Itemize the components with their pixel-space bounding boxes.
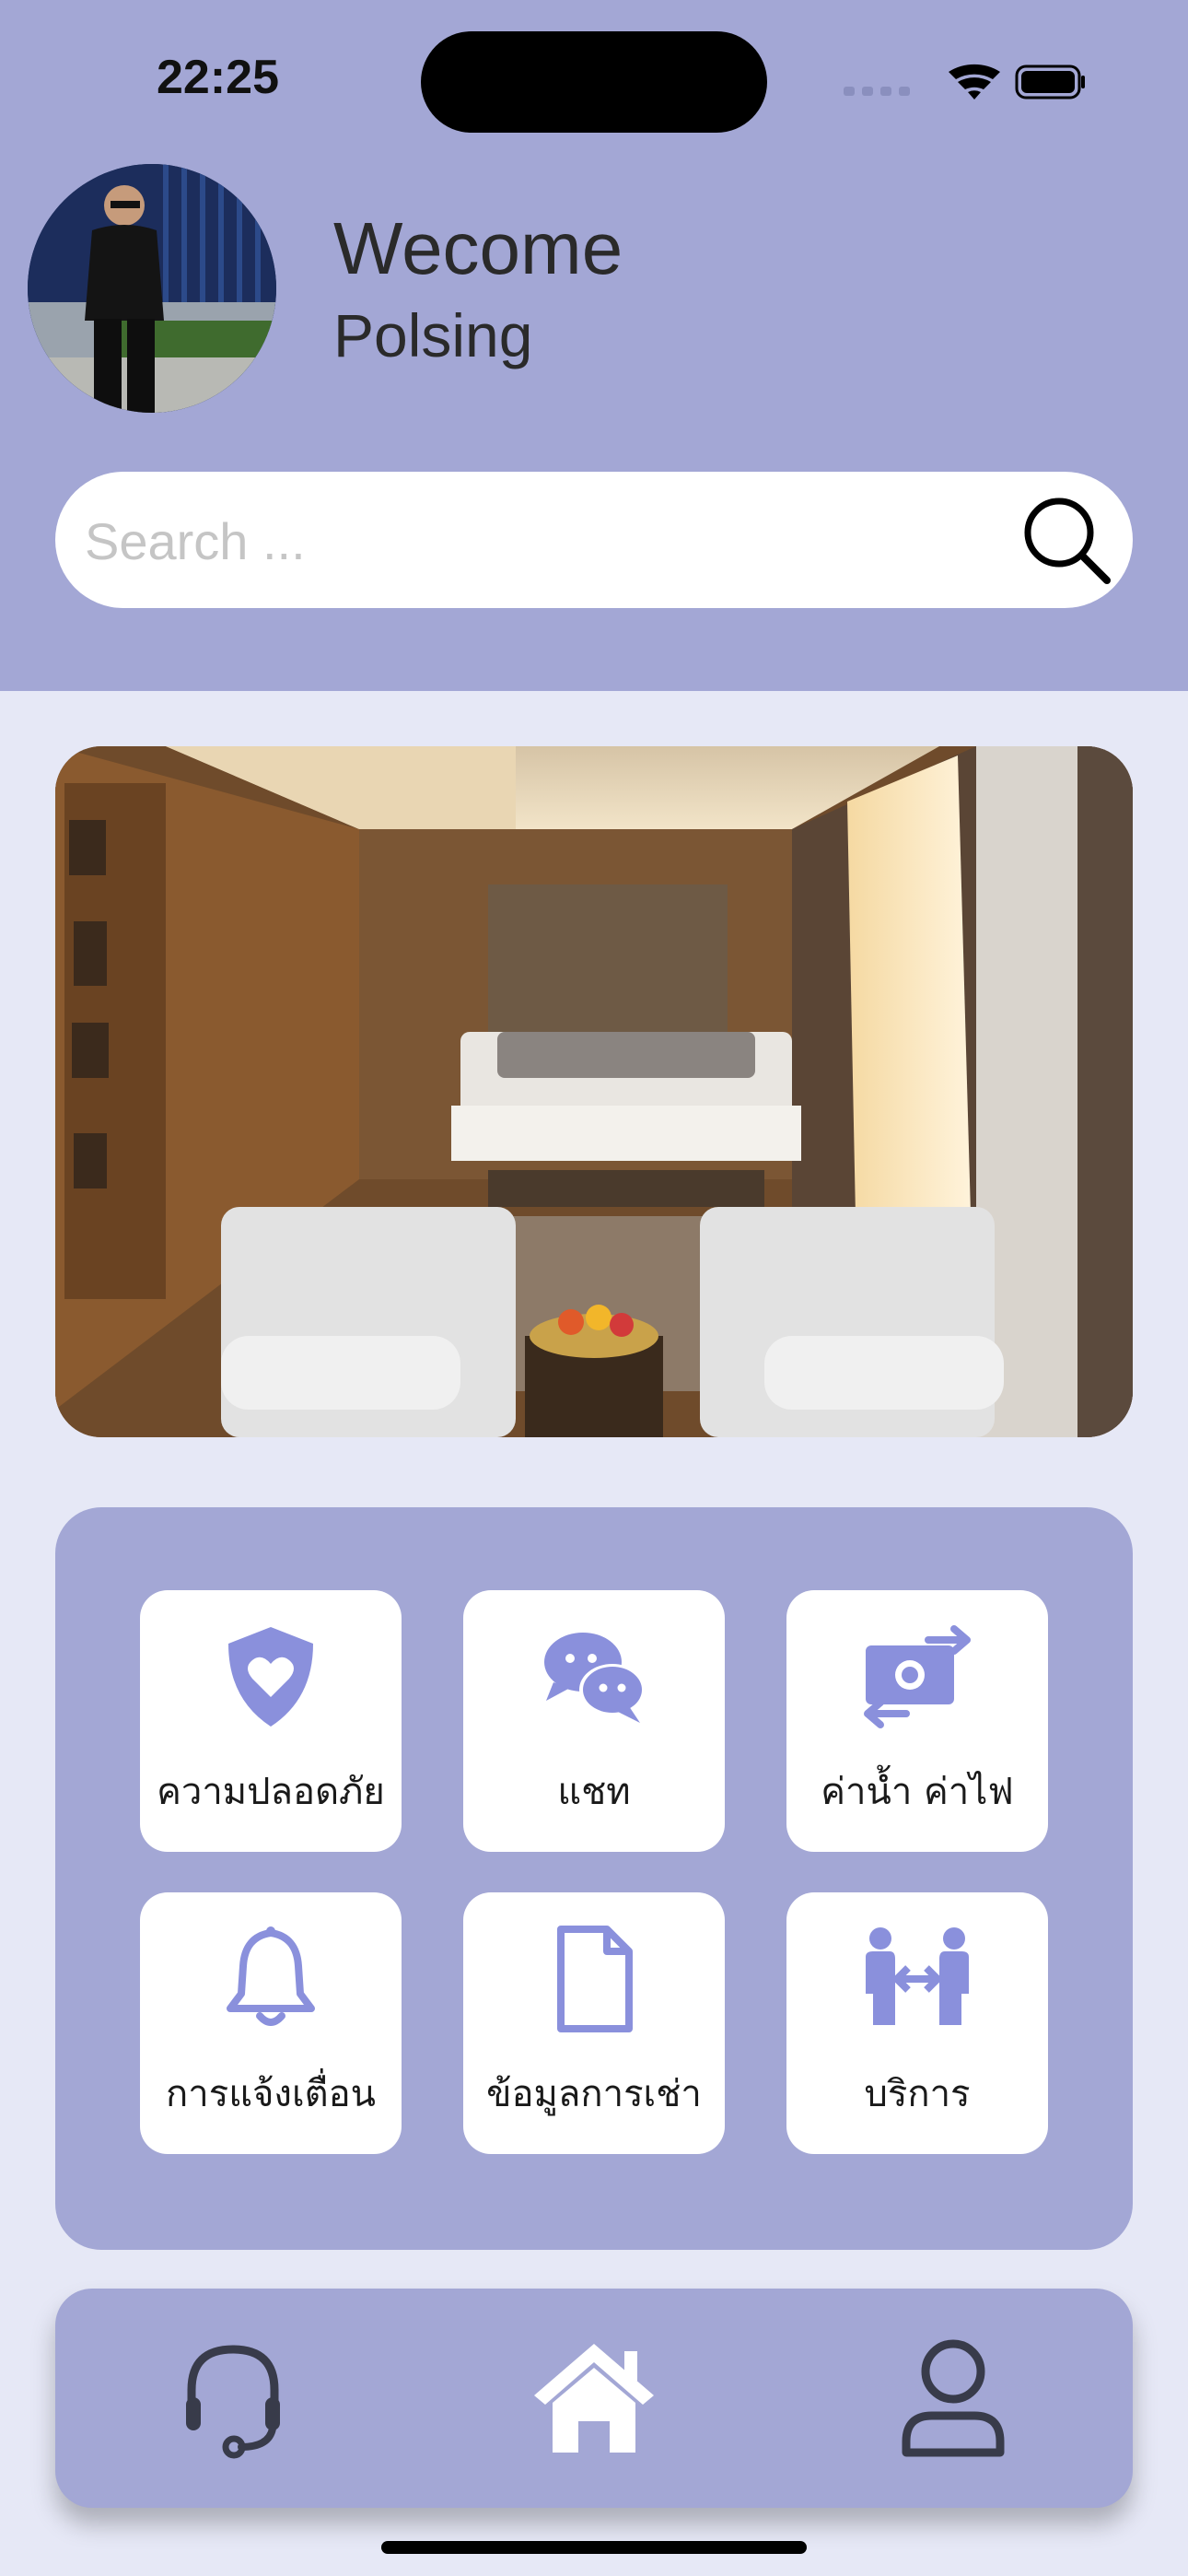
bell-icon: [227, 1926, 315, 2026]
menu-item-label: ความปลอดภัย: [157, 1771, 385, 1813]
menu-item-safety[interactable]: ความปลอดภัย: [140, 1590, 402, 1852]
chat-bubbles-icon: [544, 1633, 646, 1723]
menu-item-rental-info[interactable]: ข้อมูลการเช่า: [463, 1892, 725, 2154]
menu-item-chat[interactable]: แชท: [463, 1590, 725, 1852]
menu-item-label: ข้อมูลการเช่า: [486, 2073, 702, 2115]
search-input[interactable]: [83, 492, 1007, 590]
home-icon[interactable]: [525, 2329, 663, 2467]
menu-item-label: ค่าน้ำ ค่าไฟ: [821, 1771, 1014, 1813]
header: 22:25 Wecome Polsing Search ...: [0, 0, 1188, 691]
menu-item-utilities[interactable]: ค่าน้ำ ค่าไฟ: [786, 1590, 1048, 1852]
service-menu-panel: ความปลอดภัย แชท ค่าน้ำ ค่าไฟ การแจ้งเตื่…: [55, 1507, 1133, 2250]
headset-icon[interactable]: [164, 2329, 302, 2467]
money-exchange-icon: [864, 1625, 971, 1728]
signal-icon: [844, 87, 910, 96]
status-icons: [844, 64, 1085, 100]
menu-item-services[interactable]: บริการ: [786, 1892, 1048, 2154]
bottom-navigation: [55, 2289, 1133, 2508]
username-text: Polsing: [333, 301, 533, 369]
search-icon[interactable]: [1019, 492, 1114, 588]
people-exchange-icon: [866, 1927, 969, 2025]
avatar-photo: [28, 164, 276, 413]
menu-item-label: แชท: [557, 1771, 631, 1813]
dynamic-island: [421, 31, 767, 133]
document-icon: [557, 1926, 633, 2032]
room-banner-image: [55, 746, 1133, 1437]
greeting-text: Wecome: [333, 207, 623, 289]
avatar[interactable]: [28, 164, 276, 413]
wifi-icon: [949, 64, 1000, 100]
menu-item-notifications[interactable]: การแจ้งเตื่อน: [140, 1892, 402, 2154]
battery-icon: [1015, 64, 1085, 100]
menu-item-label: บริการ: [864, 2073, 971, 2115]
shield-heart-icon: [228, 1627, 313, 1727]
search-bar[interactable]: [55, 472, 1133, 608]
menu-item-label: การแจ้งเตื่อน: [166, 2073, 376, 2115]
status-time: 22:25: [157, 51, 279, 104]
user-icon[interactable]: [884, 2329, 1022, 2467]
home-indicator[interactable]: [381, 2541, 807, 2554]
